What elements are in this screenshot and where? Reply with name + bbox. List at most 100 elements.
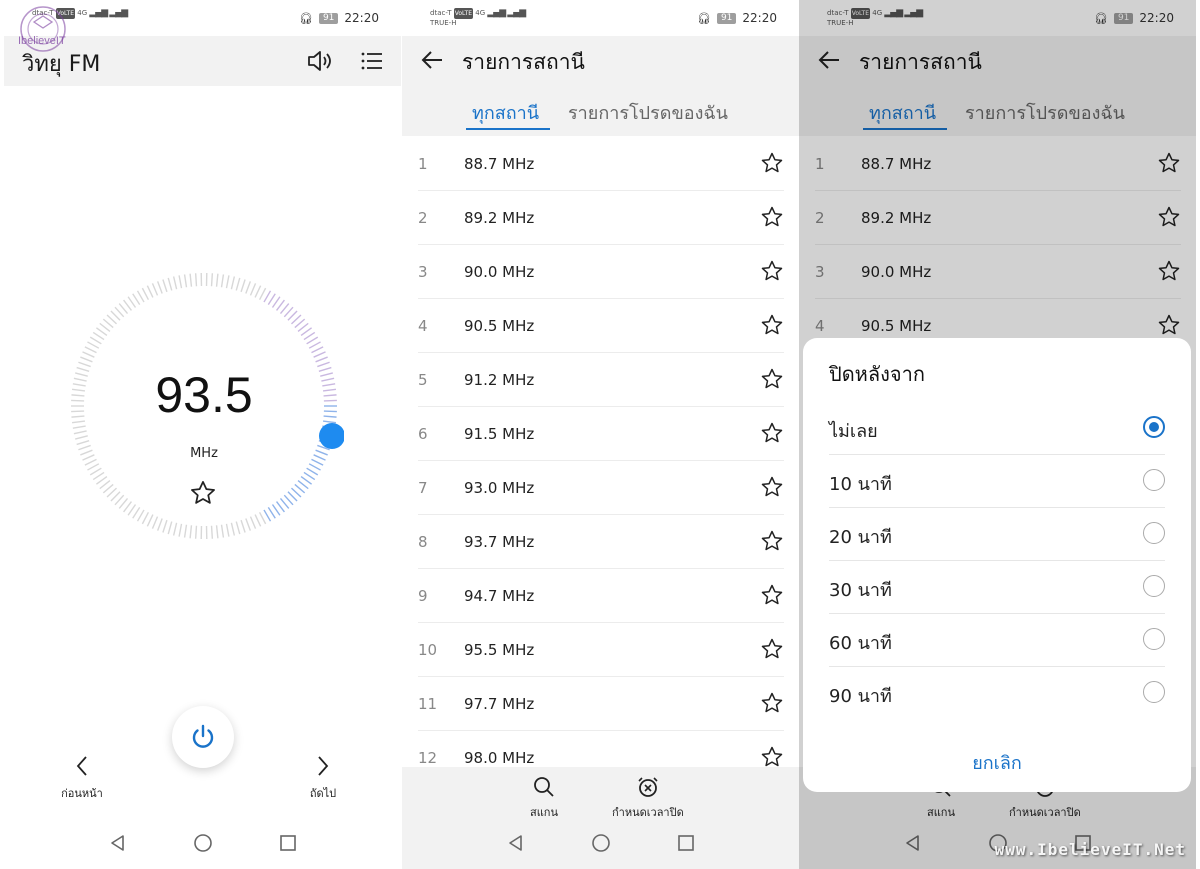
favorite-star-icon[interactable] bbox=[760, 475, 784, 499]
tab-indicator bbox=[466, 128, 550, 130]
recents-square-icon[interactable] bbox=[676, 833, 696, 853]
station-frequency: 90.0 MHz bbox=[464, 263, 535, 281]
sleep-option[interactable]: 10 นาที bbox=[829, 455, 1165, 508]
system-nav-bar bbox=[4, 819, 401, 869]
station-frequency: 94.7 MHz bbox=[464, 587, 535, 605]
favorite-star-icon[interactable] bbox=[760, 421, 784, 445]
sleep-option-label: 20 นาที bbox=[829, 527, 892, 548]
site-watermark: www.IbelieveIT.Net bbox=[994, 840, 1186, 859]
sleep-timer-screen: รายการสถานี ทุกสถานี รายการโปรดของฉัน dt… bbox=[799, 0, 1196, 869]
tuning-knob[interactable] bbox=[319, 423, 344, 449]
signal-icon-2: ▂▄▆ bbox=[507, 8, 526, 18]
signal-icon: ▂▄▆ bbox=[487, 8, 506, 18]
radio-button[interactable] bbox=[1143, 575, 1165, 597]
favorite-star-icon[interactable] bbox=[760, 151, 784, 175]
station-list-icon[interactable] bbox=[357, 46, 387, 76]
station-frequency: 93.7 MHz bbox=[464, 533, 535, 551]
back-triangle-icon[interactable] bbox=[108, 833, 128, 853]
tab-all-stations[interactable]: ทุกสถานี bbox=[472, 98, 539, 127]
network-type: 4G bbox=[77, 9, 88, 17]
sleep-option[interactable]: 90 นาที bbox=[829, 667, 1165, 720]
scan-label: สแกน bbox=[530, 806, 558, 819]
station-frequency: 93.0 MHz bbox=[464, 479, 535, 497]
sleep-option[interactable]: 30 นาที bbox=[829, 561, 1165, 614]
signal-icon: ▂▄▆ bbox=[89, 8, 108, 18]
radio-button[interactable] bbox=[1143, 681, 1165, 703]
station-frequency: 98.0 MHz bbox=[464, 749, 535, 767]
sleep-timer-dialog: ปิดหลังจาก ไม่เลย 10 นาที 20 นาที 30 นาที 60… bbox=[803, 338, 1191, 792]
signal-icon-2: ▂▄▆ bbox=[109, 8, 128, 18]
station-number: 3 bbox=[418, 263, 428, 281]
radio-button[interactable] bbox=[1143, 469, 1165, 491]
power-button[interactable] bbox=[172, 706, 234, 768]
favorite-star-icon[interactable] bbox=[760, 313, 784, 337]
sleep-timer-button[interactable]: กำหนดเวลาปิด bbox=[612, 775, 684, 821]
clock: 22:20 bbox=[344, 11, 379, 25]
search-icon bbox=[534, 777, 554, 797]
status-right: 🎧︎ 91 22:20 bbox=[697, 11, 777, 25]
favorite-star-icon[interactable] bbox=[760, 691, 784, 715]
cancel-button[interactable]: ยกเลิก bbox=[803, 748, 1191, 777]
station-row[interactable]: 9 94.7 MHz bbox=[418, 569, 784, 623]
speaker-icon[interactable] bbox=[304, 46, 334, 76]
back-arrow-icon[interactable] bbox=[418, 46, 446, 74]
favorite-star-icon[interactable] bbox=[760, 259, 784, 283]
next-button[interactable]: ถัดไป bbox=[288, 754, 358, 802]
station-row[interactable]: 3 90.0 MHz bbox=[418, 245, 784, 299]
station-frequency: 91.5 MHz bbox=[464, 425, 535, 443]
frequency-unit: MHz bbox=[190, 446, 218, 461]
status-bar: dtac-T VoLTE 4G ▂▄▆ ▂▄▆ TRUE-H 🎧︎ 91 22:… bbox=[402, 0, 799, 36]
station-list: 1 88.7 MHz 2 89.2 MHz 3 90.0 MHz 4 90.5 MHz 5 91.… bbox=[418, 137, 784, 785]
fm-radio-screen: dtac-T VoLTE 4G ▂▄▆ ▂▄▆ 🎧︎ 91 22:20 วิทย… bbox=[4, 0, 401, 869]
favorite-star-icon[interactable] bbox=[760, 583, 784, 607]
sleep-option[interactable]: ไม่เลย bbox=[829, 402, 1165, 455]
station-frequency: 89.2 MHz bbox=[464, 209, 535, 227]
favorite-star-icon[interactable] bbox=[760, 637, 784, 661]
station-frequency: 95.5 MHz bbox=[464, 641, 535, 659]
sleep-option[interactable]: 60 นาที bbox=[829, 614, 1165, 667]
station-number: 5 bbox=[418, 371, 428, 389]
chevron-right-icon bbox=[318, 756, 329, 776]
status-right: 🎧︎ 91 22:20 bbox=[299, 11, 379, 25]
station-row[interactable]: 8 93.7 MHz bbox=[418, 515, 784, 569]
radio-button[interactable] bbox=[1143, 522, 1165, 544]
favorite-star-icon[interactable] bbox=[760, 367, 784, 391]
sleep-option[interactable]: 20 นาที bbox=[829, 508, 1165, 561]
station-row[interactable]: 4 90.5 MHz bbox=[418, 299, 784, 353]
power-icon bbox=[192, 724, 214, 748]
favorite-star-icon[interactable] bbox=[760, 205, 784, 229]
station-frequency: 91.2 MHz bbox=[464, 371, 535, 389]
headphone-icon: 🎧︎ bbox=[298, 11, 313, 25]
recents-square-icon[interactable] bbox=[278, 833, 298, 853]
sleep-option-label: 90 นาที bbox=[829, 686, 892, 707]
home-circle-icon[interactable] bbox=[591, 833, 611, 853]
station-number: 12 bbox=[418, 749, 438, 767]
sleep-timer-label: กำหนดเวลาปิด bbox=[612, 806, 684, 819]
station-row[interactable]: 2 89.2 MHz bbox=[418, 191, 784, 245]
carrier-1: dtac-T bbox=[430, 9, 452, 17]
sleep-option-label: 10 นาที bbox=[829, 474, 892, 495]
back-triangle-icon[interactable] bbox=[506, 833, 526, 853]
home-circle-icon[interactable] bbox=[193, 833, 213, 853]
network-type: 4G bbox=[475, 9, 486, 17]
favorite-star-icon[interactable] bbox=[189, 479, 217, 507]
station-row[interactable]: 6 91.5 MHz bbox=[418, 407, 784, 461]
station-row[interactable]: 1 88.7 MHz bbox=[418, 137, 784, 191]
favorite-star-icon[interactable] bbox=[760, 529, 784, 553]
station-row[interactable]: 5 91.2 MHz bbox=[418, 353, 784, 407]
previous-button[interactable]: ก่อนหน้า bbox=[47, 754, 117, 802]
scan-button[interactable]: สแกน bbox=[530, 775, 558, 821]
station-row[interactable]: 10 95.5 MHz bbox=[418, 623, 784, 677]
station-row[interactable]: 11 97.7 MHz bbox=[418, 677, 784, 731]
carrier-2: TRUE-H bbox=[430, 19, 457, 27]
favorite-star-icon[interactable] bbox=[760, 745, 784, 769]
station-number: 10 bbox=[418, 641, 438, 659]
system-nav-bar bbox=[402, 819, 799, 869]
tab-favorites[interactable]: รายการโปรดของฉัน bbox=[568, 98, 728, 127]
frequency-display: 93.5 bbox=[155, 367, 253, 423]
station-row[interactable]: 7 93.0 MHz bbox=[418, 461, 784, 515]
logo-text: IbelieveIT bbox=[18, 35, 66, 47]
radio-button[interactable] bbox=[1143, 628, 1165, 650]
radio-button[interactable] bbox=[1143, 416, 1165, 438]
station-number: 2 bbox=[418, 209, 428, 227]
